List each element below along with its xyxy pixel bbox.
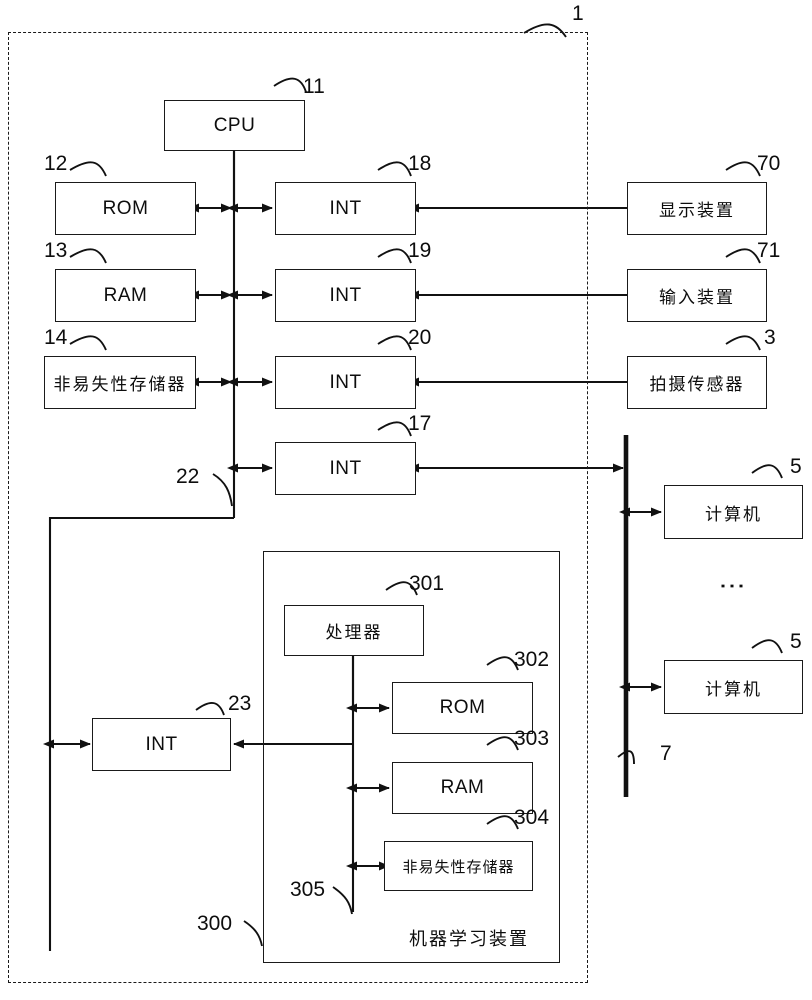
cpu-label: CPU (213, 114, 256, 136)
ref-14: 14 (44, 326, 68, 349)
ml-rom-label: ROM (439, 697, 486, 718)
computer-block-2[interactable]: 计算机 (664, 660, 803, 714)
ml-ram-block[interactable]: RAM (392, 762, 533, 814)
int-23-block[interactable]: INT (92, 718, 231, 771)
int-18-label: INT (329, 197, 362, 219)
ref-5-b: 5 (790, 630, 802, 653)
processor-label: 处理器 (325, 623, 383, 643)
input-device-label: 输入装置 (659, 288, 735, 308)
int-18-block[interactable]: INT (275, 182, 416, 235)
vertical-ellipsis: ⋮ (718, 573, 748, 599)
ref-305: 305 (290, 878, 326, 901)
ref-302: 302 (514, 648, 550, 671)
ref-11: 11 (303, 75, 325, 98)
int-20-block[interactable]: INT (275, 356, 416, 409)
ram-label: RAM (103, 284, 148, 306)
ref-303: 303 (514, 727, 550, 750)
ref-22: 22 (176, 465, 200, 488)
figure-canvas: 机器学习装置 CPU ROM RAM 非易失性存储器 INT INT INT I… (0, 0, 812, 1000)
computer-label-1: 计算机 (705, 504, 762, 525)
int-20-label: INT (329, 371, 362, 393)
ref-304: 304 (514, 806, 550, 829)
cpu-block[interactable]: CPU (164, 100, 305, 151)
ref-3: 3 (764, 326, 776, 349)
ml-nonvolatile-memory-block[interactable]: 非易失性存储器 (384, 841, 533, 891)
ref-20: 20 (408, 326, 432, 349)
ref-17: 17 (408, 412, 432, 435)
nonvolatile-memory-label: 非易失性存储器 (53, 375, 187, 395)
ml-nonvolatile-memory-label: 非易失性存储器 (402, 857, 515, 876)
ml-rom-block[interactable]: ROM (392, 682, 533, 734)
ml-ram-label: RAM (440, 777, 485, 798)
input-device-block[interactable]: 输入装置 (627, 269, 767, 322)
ref-70: 70 (757, 152, 781, 175)
computer-block-1[interactable]: 计算机 (664, 485, 803, 539)
ref-5-a: 5 (790, 455, 802, 478)
int-17-label: INT (329, 457, 362, 479)
ref-7: 7 (660, 742, 672, 765)
nonvolatile-memory-block[interactable]: 非易失性存储器 (44, 356, 196, 409)
int-19-label: INT (329, 284, 362, 306)
imaging-sensor-label: 拍摄传感器 (649, 375, 745, 395)
display-device-block[interactable]: 显示装置 (627, 182, 767, 235)
ref-300: 300 (197, 912, 233, 935)
int-19-block[interactable]: INT (275, 269, 416, 322)
ref-23: 23 (228, 692, 252, 715)
ref-18: 18 (408, 152, 432, 175)
ref-71: 71 (757, 239, 781, 262)
machine-learning-device-title: 机器学习装置 (409, 929, 529, 950)
ram-block[interactable]: RAM (55, 269, 196, 322)
rom-label: ROM (102, 197, 149, 219)
int-23-label: INT (145, 733, 178, 755)
imaging-sensor-block[interactable]: 拍摄传感器 (627, 356, 767, 409)
int-17-block[interactable]: INT (275, 442, 416, 495)
ref-13: 13 (44, 239, 68, 262)
ref-301: 301 (409, 572, 445, 595)
ref-19: 19 (408, 239, 432, 262)
processor-block[interactable]: 处理器 (284, 605, 424, 656)
ref-1: 1 (572, 2, 584, 25)
rom-block[interactable]: ROM (55, 182, 196, 235)
ref-12: 12 (44, 152, 68, 175)
display-device-label: 显示装置 (659, 201, 735, 221)
computer-label-2: 计算机 (705, 679, 762, 700)
